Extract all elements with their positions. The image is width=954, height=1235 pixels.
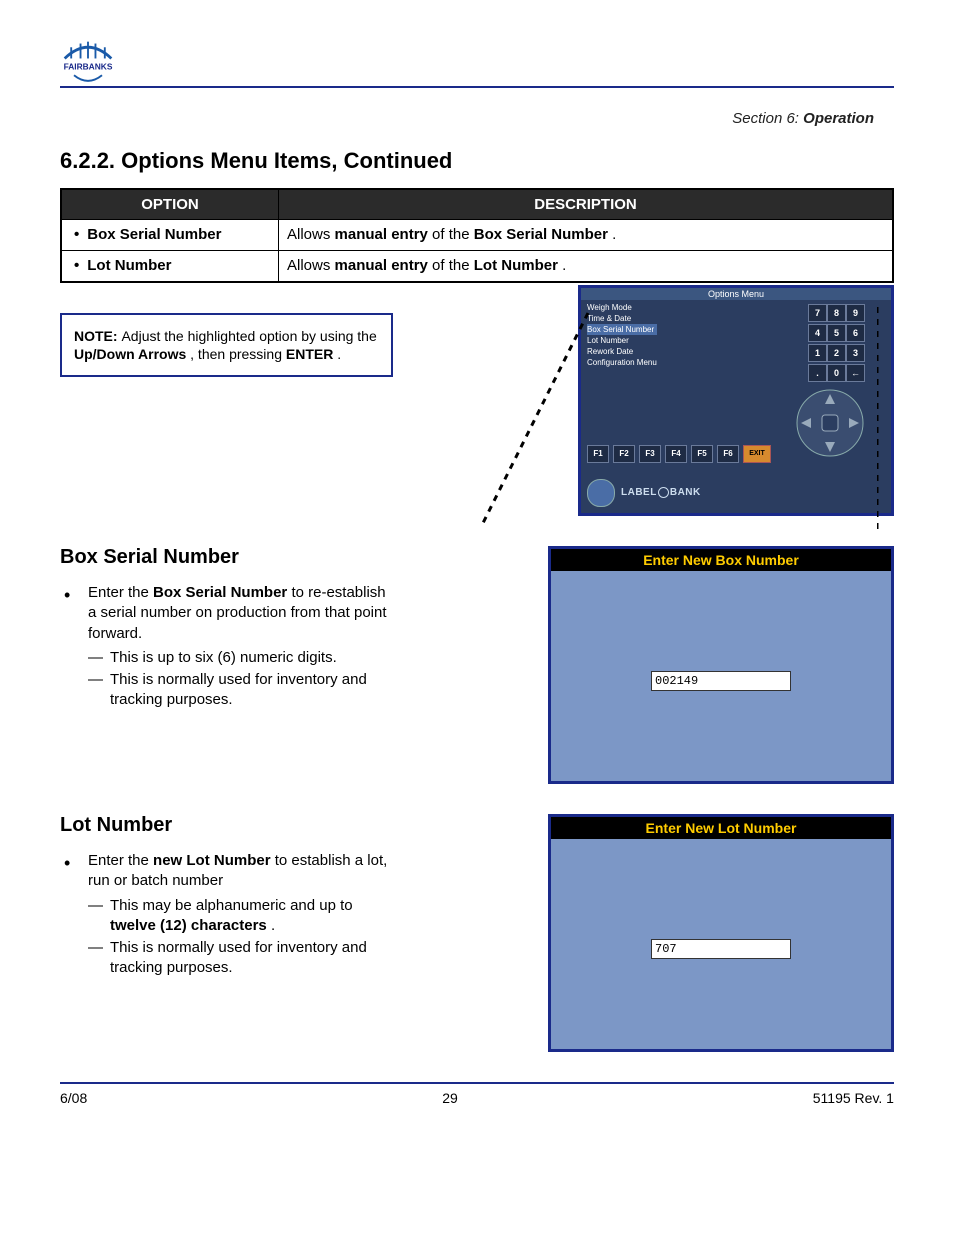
table-row: • Lot Number Allows manual entry of the …	[61, 251, 893, 283]
page-footer: 6/08 29 51195 Rev. 1	[60, 1082, 894, 1106]
dialog-title: Enter New Lot Number	[551, 817, 891, 839]
enter-box-number-dialog: Enter New Box Number	[548, 546, 894, 784]
opt-name: Box Serial Number	[87, 226, 221, 244]
device-title: Options Menu	[581, 288, 891, 300]
footer-right: 51195 Rev. 1	[813, 1090, 894, 1106]
lot-number-input[interactable]	[651, 939, 791, 959]
note-box: NOTE: Adjust the highlighted option by u…	[60, 313, 393, 377]
svg-text:FAIRBANKS: FAIRBANKS	[64, 62, 113, 72]
function-keys[interactable]: F1 F2 F3 F4 F5 F6	[587, 445, 739, 463]
box-number-input[interactable]	[651, 671, 791, 691]
dialog-title: Enter New Box Number	[551, 549, 891, 571]
opt-name: Lot Number	[87, 257, 171, 275]
box-serial-desc: Enter the Box Serial Number to re-establ…	[60, 583, 395, 711]
options-heading: 6.2.2. Options Menu Items, Continued	[60, 148, 894, 174]
section-label: Section 6:	[732, 110, 799, 127]
lot-number-heading: Lot Number	[60, 814, 395, 837]
enter-lot-number-dialog: Enter New Lot Number	[548, 814, 894, 1052]
box-serial-heading: Box Serial Number	[60, 546, 395, 569]
th-description: DESCRIPTION	[279, 189, 894, 220]
callout-line	[478, 303, 598, 533]
exit-button[interactable]: EXIT	[743, 445, 771, 463]
lot-number-desc: Enter the new Lot Number to establish a …	[60, 851, 395, 979]
header-section: Section 6: Operation	[732, 110, 874, 127]
footer-center: 29	[442, 1090, 458, 1106]
options-table: OPTION DESCRIPTION • Box Serial Number A…	[60, 188, 894, 283]
callout-line-2	[877, 307, 897, 531]
nav-pad-icon[interactable]	[795, 388, 865, 458]
section-title: Operation	[803, 110, 874, 127]
table-row: • Box Serial Number Allows manual entry …	[61, 220, 893, 251]
footer-left: 6/08	[60, 1090, 87, 1106]
header-rule	[60, 86, 894, 88]
th-option: OPTION	[61, 189, 279, 220]
device-brand: LABELBANK	[587, 479, 701, 507]
device-screenshot: Options Menu Weigh Mode Time & Date Box …	[578, 285, 894, 516]
keypad[interactable]: 7 8 9 4 5 6 1 2 3 . 0 ←	[808, 304, 863, 382]
fairbanks-logo: FAIRBANKS	[60, 40, 116, 90]
